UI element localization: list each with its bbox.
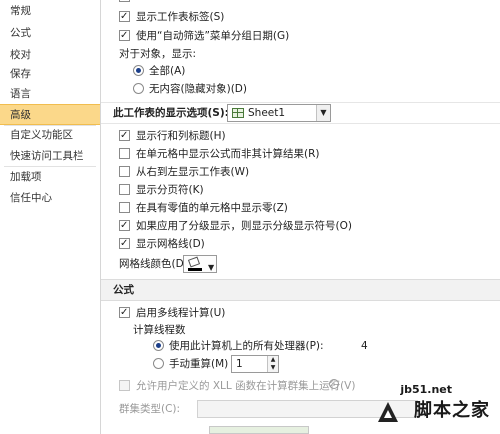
worksheet-icon — [232, 108, 244, 118]
use-all-processors-label: 使用此计算机上的所有处理器(P): — [169, 340, 324, 352]
show-page-breaks-label: 显示分页符(K) — [136, 184, 204, 196]
manual-threads-radio[interactable] — [153, 358, 164, 369]
show-all-radio[interactable] — [133, 65, 144, 76]
advanced-options-panel: 显示工作表标签(S) 使用“自动筛选”菜单分组日期(G) 对于对象，显示: 全部… — [101, 0, 500, 434]
right-to-left-label: 从右到左显示工作表(W) — [136, 166, 250, 178]
formulas-section-title: 公式 — [113, 284, 134, 296]
sheet-display-options-header: 此工作表的显示选项(S): Sheet1 ▼ — [101, 102, 500, 124]
xll-cluster-label: 允许用户定义的 XLL 函数在计算群集上运行(V) — [136, 380, 356, 392]
xll-cluster-checkbox[interactable] — [119, 380, 130, 391]
show-zero-values-label: 在具有零值的单元格中显示零(Z) — [136, 202, 288, 214]
autofilter-group-dates-checkbox[interactable] — [119, 27, 130, 45]
multithread-checkbox[interactable] — [119, 304, 130, 322]
right-to-left-checkbox[interactable] — [119, 166, 130, 177]
sheet-select-dropdown[interactable]: Sheet1 ▼ — [227, 104, 331, 122]
formulas-section-header: 公式 — [101, 279, 500, 301]
autofilter-group-dates-label: 使用“自动筛选”菜单分组日期(G) — [136, 30, 290, 42]
show-formulas-checkbox[interactable] — [119, 148, 130, 159]
show-nothing-radio[interactable] — [133, 83, 144, 94]
sidebar-item-customize-ribbon[interactable]: 自定义功能区 — [0, 125, 100, 146]
sheet-select-value: Sheet1 — [248, 107, 286, 119]
sidebar-item-proofing[interactable]: 校对 — [0, 45, 100, 66]
sidebar-item-advanced[interactable]: 高级 — [0, 104, 100, 125]
chevron-down-icon: ▼ — [208, 263, 215, 272]
info-icon: i — [329, 379, 339, 389]
sheet-display-options-title: 此工作表的显示选项(S): — [113, 107, 229, 119]
cluster-type-label: 群集类型(C): — [119, 403, 181, 415]
manual-threads-label: 手动重算(M) — [169, 358, 229, 370]
clipped-checkbox[interactable] — [119, 0, 130, 6]
show-formulas-label: 在单元格中显示公式而非其计算结果(R) — [136, 148, 320, 160]
show-all-label: 全部(A) — [149, 65, 186, 77]
watermark-text: 脚本之家 — [414, 400, 490, 421]
show-nothing-label: 无内容(隐藏对象)(D) — [149, 83, 247, 95]
site-watermark: jb51.net 脚本之家 — [368, 378, 494, 428]
show-sheet-tabs-checkbox[interactable] — [119, 8, 130, 26]
show-zero-values-checkbox[interactable] — [119, 202, 130, 213]
manual-threads-value: 1 — [236, 358, 243, 370]
sidebar-item-quick-access-toolbar[interactable]: 快速访问工具栏 — [0, 146, 100, 167]
clipped-input — [209, 426, 309, 434]
sidebar-item-trust-center[interactable]: 信任中心 — [0, 188, 100, 209]
spinner-arrows-icon[interactable]: ▲ ▼ — [267, 356, 278, 372]
for-objects-label: 对于对象，显示: — [119, 48, 197, 60]
gridline-color-label: 网格线颜色(D) — [119, 258, 188, 270]
show-gridlines-label: 显示网格线(D) — [136, 238, 205, 250]
show-sheet-tabs-label: 显示工作表标签(S) — [136, 11, 225, 23]
show-page-breaks-checkbox[interactable] — [119, 184, 130, 195]
manual-threads-spinner[interactable]: 1 ▲ ▼ — [231, 355, 279, 373]
sidebar-item-general[interactable]: 常规 — [0, 1, 100, 22]
sidebar-item-save[interactable]: 保存 — [0, 64, 100, 85]
processor-count: 4 — [361, 340, 368, 352]
show-gridlines-checkbox[interactable] — [119, 235, 130, 253]
sidebar-item-formulas[interactable]: 公式 — [0, 23, 100, 44]
show-outline-symbols-checkbox[interactable] — [119, 217, 130, 235]
options-sidebar: 常规 公式 校对 保存 语言 高级 自定义功能区 快速访问工具栏 加载项 信任中… — [0, 0, 101, 434]
watermark-logo-icon — [378, 402, 398, 422]
watermark-url: jb51.net — [400, 383, 452, 396]
gridline-color-swatch — [188, 268, 202, 271]
paint-bucket-icon — [187, 256, 201, 268]
use-all-processors-radio[interactable] — [153, 340, 164, 351]
show-outline-symbols-label: 如果应用了分级显示，则显示分级显示符号(O) — [136, 220, 352, 232]
gridline-color-picker[interactable]: ▼ — [183, 255, 217, 273]
sidebar-item-add-ins[interactable]: 加载项 — [0, 167, 100, 188]
multithread-label: 启用多线程计算(U) — [136, 307, 226, 319]
sidebar-item-language[interactable]: 语言 — [0, 84, 100, 105]
chevron-down-icon[interactable]: ▼ — [316, 105, 330, 121]
show-row-col-headers-checkbox[interactable] — [119, 127, 130, 145]
show-row-col-headers-label: 显示行和列标题(H) — [136, 130, 226, 142]
